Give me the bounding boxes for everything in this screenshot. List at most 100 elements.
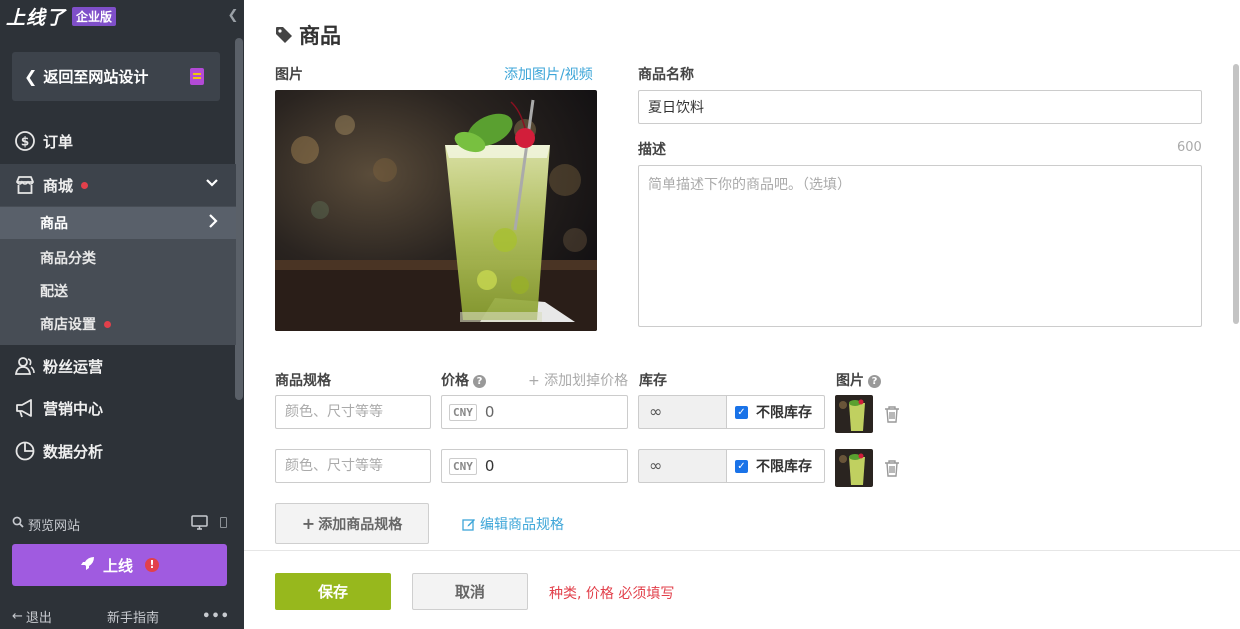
chevron-right-icon	[208, 214, 218, 232]
sidebar-item-label: 数据分析	[43, 442, 104, 461]
stock-input[interactable]: ∞	[638, 395, 727, 429]
brand-logo: 上线了	[6, 6, 67, 29]
preview-site-link[interactable]: 预览网站	[12, 514, 230, 534]
add-strike-price-link[interactable]: + 添加划掉价格	[528, 370, 628, 390]
sidebar-item-fans[interactable]: 粉丝运营	[0, 345, 236, 387]
logout-label: 退出	[25, 610, 52, 626]
svg-text:$: $	[21, 135, 29, 149]
help-icon[interactable]: ?	[473, 375, 486, 388]
arrow-left-icon: ←	[12, 608, 23, 624]
variant-image-header-text: 图片	[836, 373, 864, 389]
unlimited-stock-label: 不限库存	[756, 405, 812, 421]
rocket-icon	[80, 556, 95, 575]
mobile-icon[interactable]	[220, 517, 227, 528]
sidebar-footer: ← 退出 新手指南 •••	[12, 607, 230, 626]
stock-input[interactable]: ∞	[638, 449, 727, 483]
unlimited-stock-toggle[interactable]: ✓ 不限库存	[727, 395, 825, 429]
variant-image-thumbnail[interactable]	[835, 395, 873, 433]
checkbox-checked-icon[interactable]: ✓	[735, 405, 748, 419]
spec-input[interactable]	[275, 449, 431, 483]
warning-icon: !	[145, 558, 159, 572]
spec-input[interactable]	[275, 395, 431, 429]
edition-badge: 企业版	[72, 6, 117, 26]
logout-link[interactable]: ← 退出	[12, 607, 52, 626]
sidebar-item-label: 商城	[43, 176, 74, 195]
price-input[interactable]: CNY 0	[441, 395, 628, 429]
brand: 上线了 企业版	[6, 4, 117, 29]
beginner-guide-link[interactable]: 新手指南	[107, 607, 159, 626]
users-icon	[14, 355, 36, 377]
stock-header: 库存	[639, 373, 667, 389]
product-image[interactable]	[275, 90, 597, 331]
document-icon	[190, 68, 204, 85]
edit-spec-label: 编辑商品规格	[480, 517, 564, 533]
plus-icon: +	[301, 514, 316, 533]
tag-icon	[275, 26, 299, 44]
notification-dot	[81, 181, 89, 189]
description-label: 描述	[638, 142, 666, 158]
add-spec-button[interactable]: + 添加商品规格	[275, 503, 429, 544]
sidebar-item-label: 订单	[43, 132, 74, 151]
submenu-item-shipping[interactable]: 配送	[0, 275, 236, 307]
megaphone-icon	[14, 397, 36, 419]
store-submenu: 商品 商品分类 配送 商店设置	[0, 206, 236, 345]
variant-image-header: 图片?	[836, 370, 881, 390]
currency-badge: CNY	[449, 403, 477, 421]
submenu-item-store-settings[interactable]: 商店设置	[0, 308, 236, 340]
sidebar: 上线了 企业版 ❮ ❮ 返回至网站设计 $ 订单 商城 商品 商品分类 配送 商…	[0, 0, 244, 629]
image-label: 图片	[275, 67, 303, 83]
trash-icon[interactable]	[884, 459, 900, 477]
notification-dot	[104, 320, 111, 328]
currency-badge: CNY	[449, 457, 477, 475]
sidebar-item-analytics[interactable]: 数据分析	[0, 430, 236, 472]
submenu-item-label: 商店设置	[40, 317, 96, 333]
back-label: 返回至网站设计	[43, 68, 149, 86]
add-media-link[interactable]: 添加图片/视频	[504, 64, 593, 84]
chevron-left-icon: ❮	[24, 67, 38, 86]
search-icon	[12, 516, 24, 532]
price-input[interactable]: CNY 0	[441, 449, 628, 483]
page-title-text: 商品	[299, 24, 341, 48]
more-icon[interactable]: •••	[202, 609, 230, 624]
store-icon	[14, 174, 36, 196]
submenu-item-label: 商品	[40, 216, 68, 232]
sidebar-scrollbar[interactable]	[235, 38, 243, 400]
submenu-item-label: 商品分类	[40, 251, 96, 267]
edit-icon	[462, 517, 476, 531]
checkbox-checked-icon[interactable]: ✓	[735, 459, 748, 473]
divider	[244, 550, 1240, 551]
variant-image-thumbnail[interactable]	[835, 449, 873, 487]
sidebar-item-marketing[interactable]: 营销中心	[0, 387, 236, 429]
pie-chart-icon	[14, 440, 36, 462]
unlimited-stock-toggle[interactable]: ✓ 不限库存	[727, 449, 825, 483]
add-spec-label: 添加商品规格	[318, 516, 403, 533]
unlimited-stock-label: 不限库存	[756, 459, 812, 475]
product-name-input[interactable]	[638, 90, 1202, 124]
preview-site-label: 预览网站	[28, 518, 81, 534]
trash-icon[interactable]	[884, 405, 900, 423]
launch-label: 上线	[102, 556, 133, 575]
dollar-circle-icon: $	[14, 130, 36, 152]
cancel-button[interactable]: 取消	[412, 573, 528, 610]
collapse-sidebar-icon[interactable]: ❮	[226, 8, 240, 24]
submenu-item-categories[interactable]: 商品分类	[0, 242, 236, 274]
submenu-item-products[interactable]: 商品	[0, 207, 236, 239]
product-name-label: 商品名称	[638, 67, 694, 83]
price-header: 价格?	[441, 370, 486, 390]
back-to-site-design-button[interactable]: ❮ 返回至网站设计	[12, 52, 220, 101]
sidebar-item-label: 营销中心	[43, 399, 104, 418]
edit-spec-link[interactable]: 编辑商品规格	[462, 514, 564, 534]
desktop-icon[interactable]	[191, 515, 208, 534]
main-scrollbar[interactable]	[1233, 64, 1239, 324]
page-title: 商品	[275, 20, 341, 50]
help-icon[interactable]: ?	[868, 375, 881, 388]
sidebar-item-store[interactable]: 商城	[0, 164, 236, 206]
sidebar-item-orders[interactable]: $ 订单	[0, 120, 236, 162]
price-value: 0	[484, 403, 495, 421]
price-header-text: 价格	[441, 373, 469, 389]
launch-button[interactable]: 上线 !	[12, 544, 227, 586]
stock-field: ∞ ✓ 不限库存	[638, 395, 825, 429]
description-textarea[interactable]	[638, 165, 1202, 327]
save-button[interactable]: 保存	[275, 573, 391, 610]
validation-error-message: 种类, 价格 必须填写	[549, 586, 675, 602]
